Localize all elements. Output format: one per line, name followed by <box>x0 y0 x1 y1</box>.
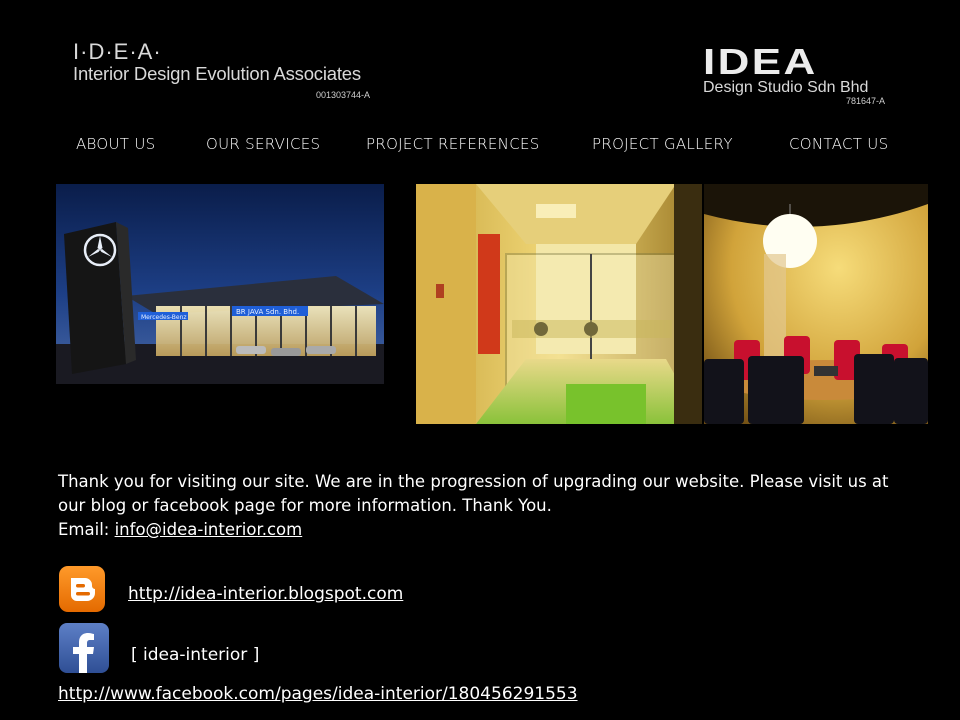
nav-contact-us[interactable]: CONTACT US <box>789 135 888 153</box>
nav-our-services[interactable]: OUR SERVICES <box>206 135 320 153</box>
email-link[interactable]: info@idea-interior.com <box>115 520 303 539</box>
nav-project-gallery[interactable]: PROJECT GALLERY <box>592 135 733 153</box>
facebook-page-label: [ idea-interior ] <box>131 645 260 665</box>
idea-design-studio-logo: IDEA Design Studio Sdn Bhd 781647-A <box>703 44 893 108</box>
showroom-company-sign: BR JAVA Sdn. Bhd. <box>236 308 299 316</box>
blog-link[interactable]: http://idea-interior.blogspot.com <box>128 584 403 604</box>
intro-text: Thank you for visiting our site. We are … <box>58 472 889 515</box>
idea-associates-logo: I·D·E·A· Interior Design Evolution Assoc… <box>73 40 403 102</box>
studio-logo-mark: IDEA <box>703 41 818 82</box>
email-label: Email: <box>58 520 110 539</box>
studio-logo-reg-number: 781647-A <box>845 96 885 106</box>
showroom-photo: Mercedes-Benz BR JAVA Sdn. Bhd. <box>56 184 384 384</box>
nav-project-references[interactable]: PROJECT REFERENCES <box>366 135 540 153</box>
corridor-photo <box>416 184 702 424</box>
showroom-brand-sign: Mercedes-Benz <box>141 314 187 321</box>
logo-reg-number: 001303744-A <box>316 90 371 100</box>
meeting-room-photo <box>704 184 928 424</box>
intro-message: Thank you for visiting our site. We are … <box>58 470 918 542</box>
logo-mark: I·D·E·A· <box>73 39 162 64</box>
logo-full-name: Interior Design Evolution Associates <box>73 63 361 84</box>
nav-about-us[interactable]: ABOUT US <box>76 135 155 153</box>
blogger-icon[interactable] <box>58 565 106 617</box>
facebook-link[interactable]: http://www.facebook.com/pages/idea-inter… <box>58 684 578 704</box>
facebook-icon[interactable] <box>58 622 110 678</box>
